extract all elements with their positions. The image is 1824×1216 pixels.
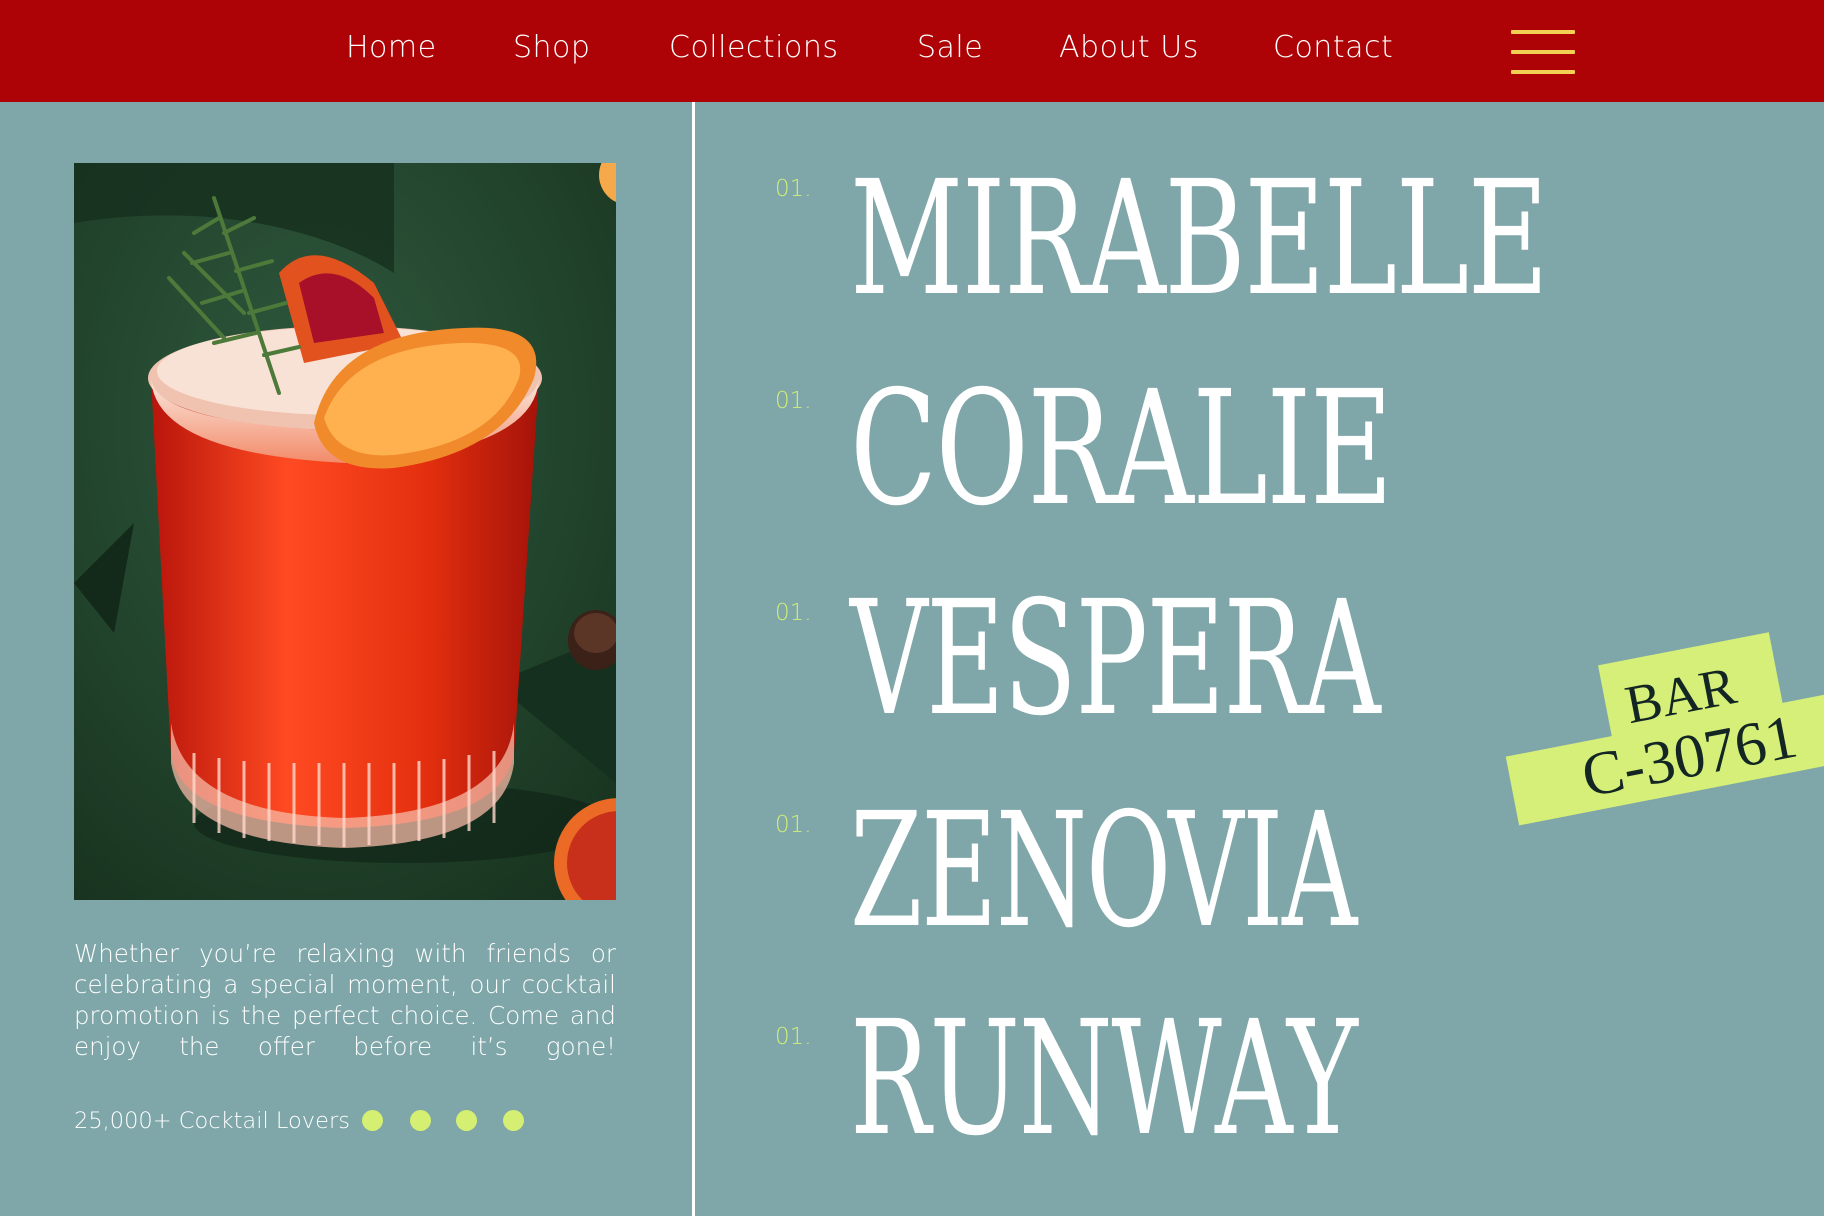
cocktail-name-mirabelle[interactable]: MIRABELLE xyxy=(850,160,1549,318)
nav-about-link[interactable]: About Us xyxy=(1059,30,1199,65)
promo-description: Whether you’re relaxing with friends or … xyxy=(74,939,616,1061)
nav-home-link[interactable]: Home xyxy=(346,30,437,65)
item-number: 01. xyxy=(775,600,812,626)
item-number: 01. xyxy=(775,176,812,202)
carousel-dot[interactable] xyxy=(456,1110,477,1131)
item-number: 01. xyxy=(775,812,812,838)
hamburger-icon[interactable] xyxy=(1511,30,1575,74)
nav-contact-link[interactable]: Contact xyxy=(1273,30,1393,65)
cocktail-photo xyxy=(74,163,616,900)
nav-collections-link[interactable]: Collections xyxy=(669,30,839,65)
nav-shop-link[interactable]: Shop xyxy=(513,30,590,65)
lovers-count: 25,000+ Cocktail Lovers xyxy=(74,1108,350,1134)
carousel-dot[interactable] xyxy=(362,1110,383,1131)
cocktail-name-runway[interactable]: RUNWAY xyxy=(850,1000,1358,1158)
cocktail-name-coralie[interactable]: CORALIE xyxy=(850,370,1393,528)
top-nav: Home Shop Collections Sale About Us Cont… xyxy=(0,0,1824,102)
carousel-dot[interactable] xyxy=(410,1110,431,1131)
cocktail-name-vespera[interactable]: VESPERA xyxy=(850,580,1381,738)
cocktail-name-zenovia[interactable]: ZENOVIA xyxy=(850,792,1357,950)
item-number: 01. xyxy=(775,1024,812,1050)
carousel-dot[interactable] xyxy=(503,1110,524,1131)
item-number: 01. xyxy=(775,388,812,414)
vertical-divider xyxy=(692,102,695,1216)
nav-sale-link[interactable]: Sale xyxy=(917,30,983,65)
bar-stamp: BAR C-30761 xyxy=(1492,621,1824,826)
